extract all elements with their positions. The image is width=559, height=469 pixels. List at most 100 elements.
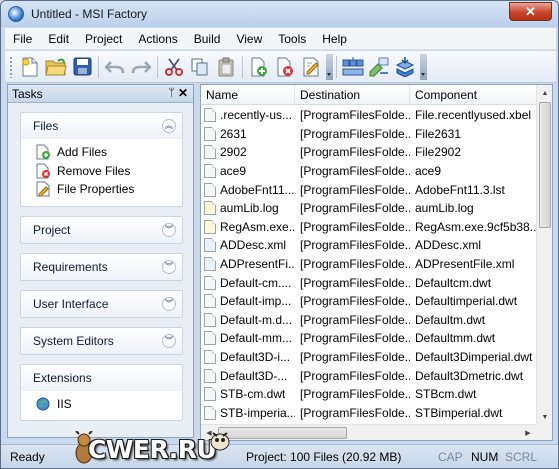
remove-file-icon [35,163,51,179]
task-group-extensions-header[interactable]: Extensions [21,364,182,391]
vertical-scroll-thumb[interactable] [539,102,551,228]
pin-icon[interactable]: ᛘ [168,87,175,99]
package-icon[interactable] [393,55,417,79]
table-row[interactable]: STB-imperia... [ProgramFilesFolde... STBim… [201,404,536,423]
toolbar-overflow-button[interactable] [326,53,333,80]
task-file-properties[interactable]: File Properties [35,180,182,199]
build-icon[interactable] [341,55,365,79]
table-row[interactable]: ADPresentFi... [ProgramFilesFolde... ADPre… [201,255,536,274]
status-project-summary: Project: 100 Files (20.92 MB) [246,450,402,464]
expand-chevron-icon[interactable]: ︾ [162,296,176,311]
table-row[interactable]: Default-imp... [ProgramFilesFolde... Defau… [201,292,536,311]
task-group-files-header[interactable]: Files ︽ [21,113,182,139]
table-row[interactable]: 2902 [ProgramFilesFolde... File2902 [201,143,536,162]
task-group-extensions: Extensions IIS [20,363,183,421]
task-group-system-editors-header[interactable]: System Editors ︾ [21,327,182,354]
cell-destination: [ProgramFilesFolde... [300,275,410,290]
status-ready: Ready [10,450,45,464]
xml-file-icon [204,257,216,272]
expand-chevron-icon[interactable]: ︾ [162,259,176,274]
expand-chevron-icon[interactable]: ︾ [162,222,176,237]
scroll-up-icon[interactable]: ▲ [537,85,553,101]
menu-help[interactable]: Help [314,29,355,49]
table-row[interactable]: Default3D-... [ProgramFilesFolde... Defaul… [201,366,536,385]
copy-icon[interactable] [188,55,212,79]
watermark-text: CWER.RU [88,435,217,464]
undo-icon[interactable] [103,55,127,79]
column-header-destination[interactable]: Destination [295,85,410,105]
task-iis[interactable]: IIS [35,395,182,414]
cell-name: 2631 [201,126,295,141]
properties-icon[interactable] [299,55,323,79]
open-folder-icon[interactable] [44,55,68,79]
title-bar[interactable]: Untitled - MSI Factory ✕ [1,1,558,27]
paste-icon[interactable] [214,55,238,79]
table-row[interactable]: .recently-us... [ProgramFilesFolde... File… [201,106,536,125]
cell-component: File2631 [415,126,462,141]
menu-build[interactable]: Build [186,29,229,49]
task-group-files: Files ︽ Add Files Remove Files File Prop… [20,112,183,207]
task-group-system-editors: System Editors ︾ [20,326,183,355]
task-group-user-interface-header[interactable]: User Interface ︾ [21,290,182,317]
task-group-title: User Interface [33,296,109,311]
file-icon [204,387,216,402]
task-group-project-header[interactable]: Project ︾ [21,216,182,243]
new-file-icon[interactable] [18,55,42,79]
file-name: Default-mm... [220,331,293,346]
task-add-files[interactable]: Add Files [35,143,182,162]
column-header-name[interactable]: Name [201,85,295,105]
cell-component: aumLib.log [415,201,474,216]
save-icon[interactable] [70,55,94,79]
window-close-button[interactable]: ✕ [509,2,552,21]
menu-project[interactable]: Project [77,29,130,49]
table-row[interactable]: Default-mm... [ProgramFilesFolde... Defaul… [201,329,536,348]
file-icon [204,294,216,309]
cell-name: ADDesc.xml [201,238,295,253]
toolbar-grip[interactable] [9,55,13,78]
table-row[interactable]: AdobeFnt11.... [ProgramFilesFolde... Adobe… [201,180,536,199]
toolbar-overflow-button-2[interactable] [420,53,427,80]
scroll-right-icon[interactable]: ▶ [520,425,536,441]
task-group-requirements-header[interactable]: Requirements ︾ [21,253,182,280]
table-row[interactable]: RegAsm.exe.... [ProgramFilesFolde... RegAs… [201,218,536,237]
task-label: File Properties [57,182,135,197]
file-icon [204,164,216,179]
expand-chevron-icon[interactable]: ︾ [162,333,176,348]
file-name: 2902 [220,145,247,160]
close-icon[interactable]: ✕ [178,86,188,100]
task-group-user-interface: User Interface ︾ [20,289,183,318]
task-group-files-items: Add Files Remove Files File Properties [21,139,182,206]
table-row[interactable]: 2631 [ProgramFilesFolde... File2631 [201,125,536,144]
collapse-chevron-icon[interactable]: ︽ [162,119,176,133]
table-row[interactable]: Default3D-i... [ProgramFilesFolde... Defau… [201,348,536,367]
menu-file[interactable]: File [5,29,40,49]
vertical-scrollbar[interactable]: ▲ ▼ [536,85,552,425]
menu-actions[interactable]: Actions [130,29,185,49]
cell-name: RegAsm.exe.... [201,219,295,234]
menu-view[interactable]: View [228,29,270,49]
validate-icon[interactable] [367,55,391,79]
cell-component: STBimperial.dwt [415,405,503,420]
column-header-component[interactable]: Component [410,85,536,105]
cell-destination: [ProgramFilesFolde... [300,182,410,197]
task-group-title: Files [33,119,59,133]
table-row[interactable]: Default-m.d... [ProgramFilesFolde... Defau… [201,311,536,330]
cell-destination: [ProgramFilesFolde... [300,368,410,383]
file-icon [204,350,216,365]
table-row[interactable]: ADDesc.xml [ProgramFilesFolde... ADDesc.xm… [201,236,536,255]
table-row[interactable]: STB-cm.dwt [ProgramFilesFolde... STBcm.dwt [201,385,536,404]
menu-edit[interactable]: Edit [40,29,77,49]
file-name: STB-cm.dwt [220,387,286,402]
task-group-title: Requirements [33,259,108,274]
cell-name: 2902 [201,145,295,160]
redo-icon[interactable] [129,55,153,79]
cell-component: Defaultcm.dwt [415,275,492,290]
add-file-icon[interactable] [247,55,271,79]
table-row[interactable]: aumLib.log [ProgramFilesFolde... aumLib.lo… [201,199,536,218]
remove-file-icon[interactable] [273,55,297,79]
table-row[interactable]: Default-cm.... [ProgramFilesFolde... Defau… [201,273,536,292]
menu-tools[interactable]: Tools [270,29,314,49]
cut-icon[interactable] [162,55,186,79]
table-row[interactable]: ace9 [ProgramFilesFolde... ace9 [201,162,536,181]
task-remove-files[interactable]: Remove Files [35,162,182,181]
